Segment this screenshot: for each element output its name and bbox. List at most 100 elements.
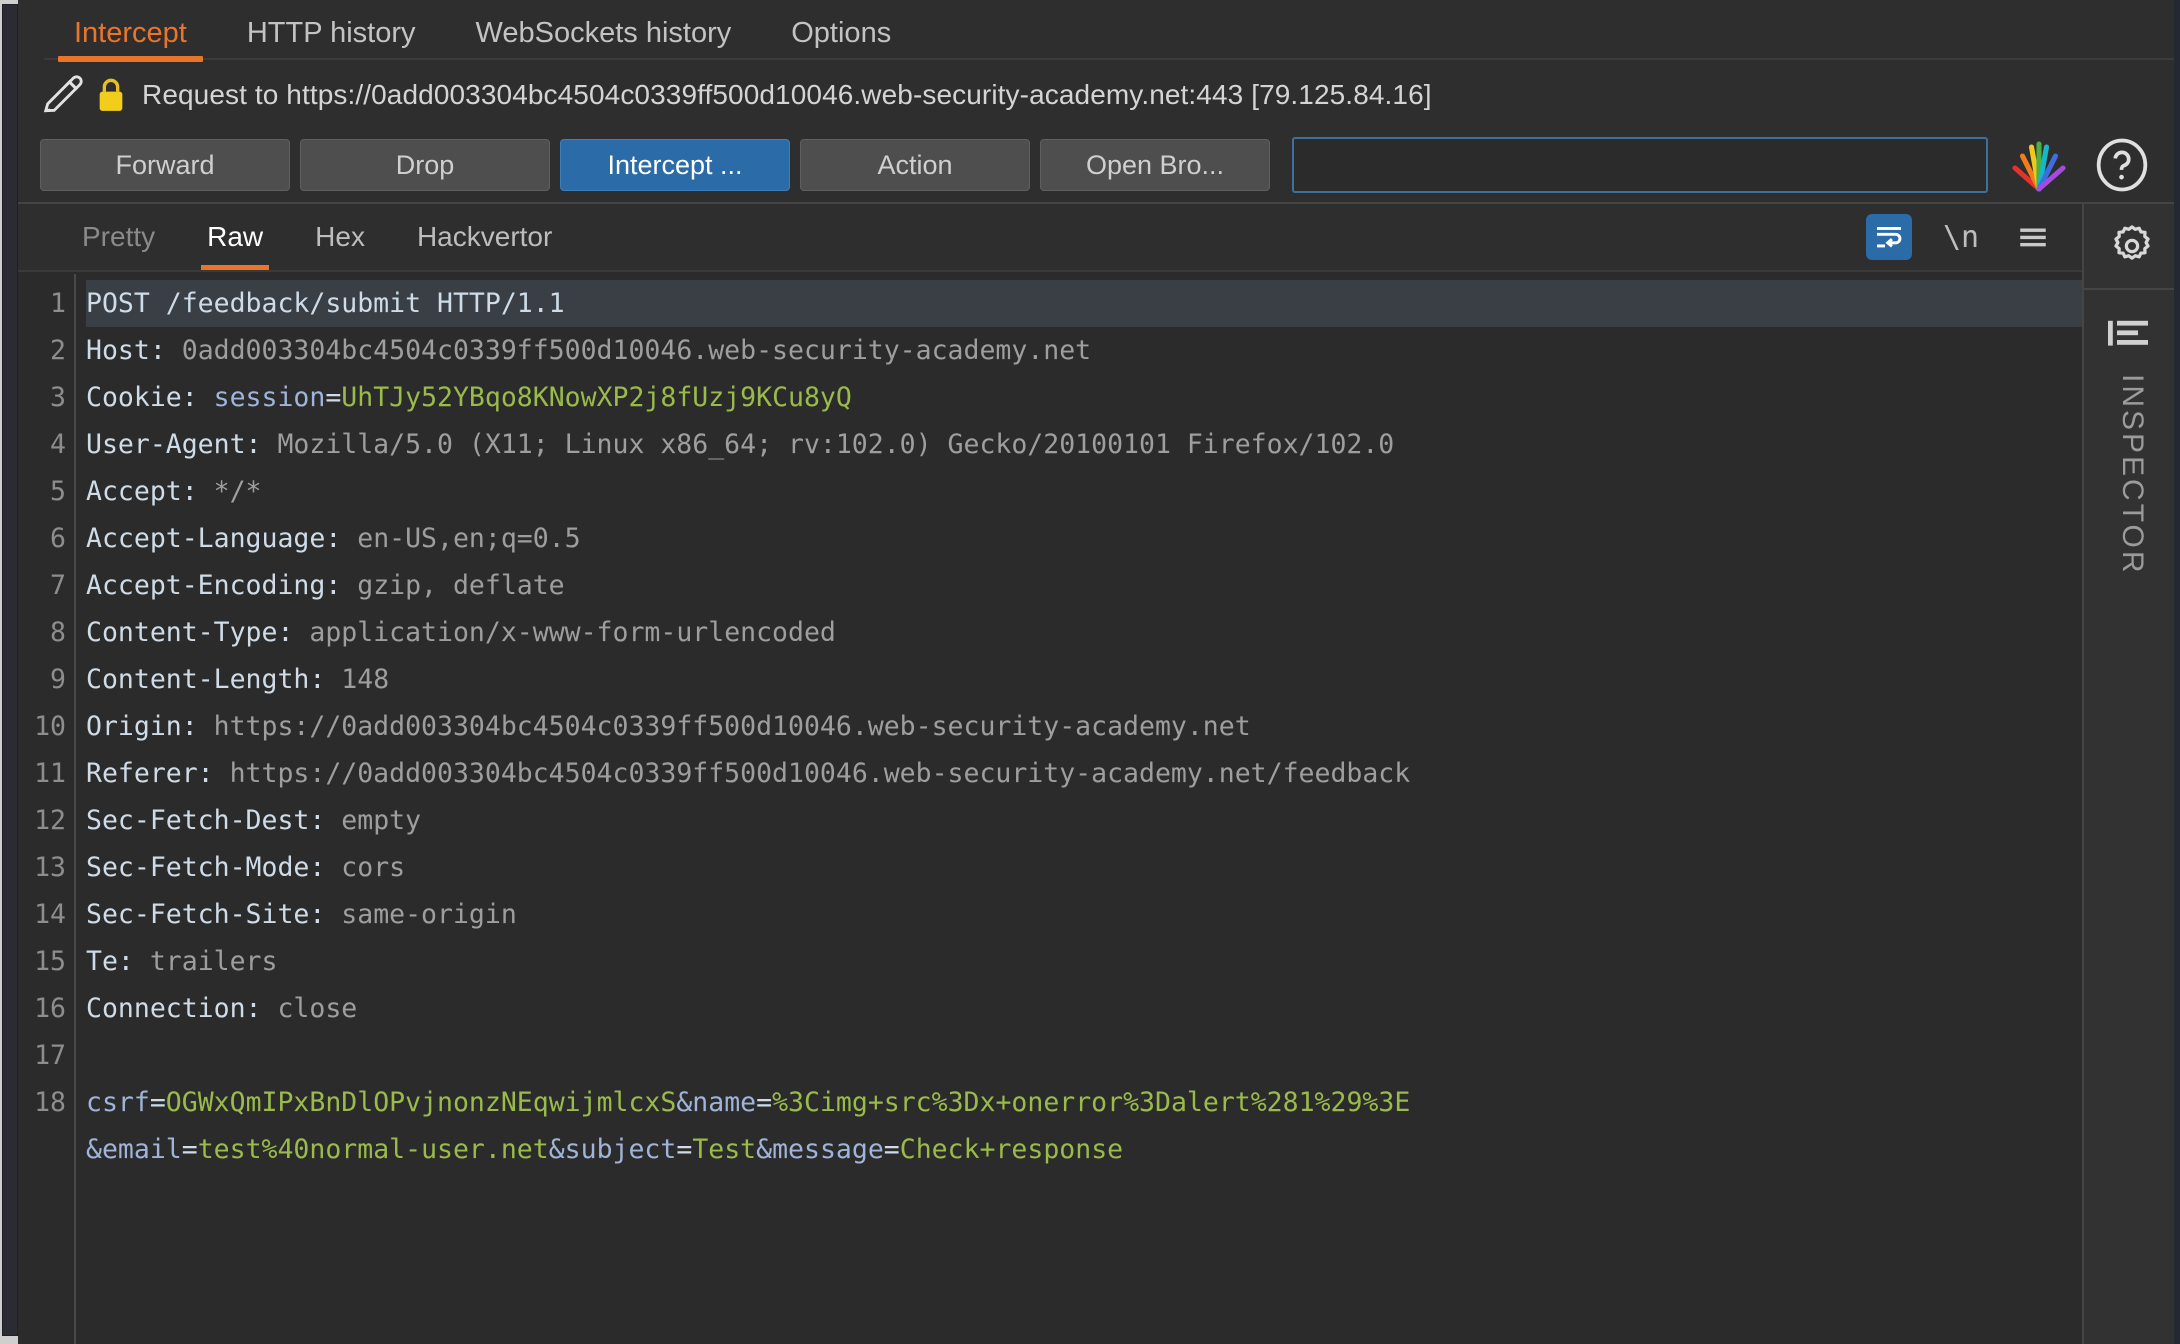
tab-intercept[interactable]: Intercept bbox=[44, 19, 217, 62]
request-token: 148 bbox=[341, 664, 390, 695]
request-line: Content-Type: application/x-www-form-url… bbox=[86, 609, 2082, 656]
request-token: Test bbox=[692, 1134, 757, 1165]
request-token: Te: bbox=[86, 946, 150, 977]
line-number: 8 bbox=[50, 617, 66, 648]
proxy-tab-bar: Intercept HTTP history WebSockets histor… bbox=[18, 0, 2180, 62]
request-line: &email=test%40normal-user.net&subject=Te… bbox=[86, 1126, 2082, 1173]
request-line: Referer: https://0add003304bc4504c0339ff… bbox=[86, 750, 2082, 797]
tab-hackvertor-label: Hackvertor bbox=[416, 221, 553, 252]
drop-button[interactable]: Drop bbox=[300, 139, 550, 191]
request-token: test%40normal-user.net bbox=[197, 1134, 549, 1165]
burp-rainbow-logo-icon[interactable] bbox=[2008, 138, 2070, 192]
request-token: 0add003304bc4504c0339ff500d10046.web-sec… bbox=[181, 335, 1092, 366]
request-token: Referer: bbox=[86, 758, 230, 789]
line-number: 3 bbox=[50, 382, 66, 413]
request-line: Sec-Fetch-Mode: cors bbox=[86, 844, 2082, 891]
line-number: 11 bbox=[34, 758, 66, 789]
request-token: cors bbox=[341, 852, 406, 883]
request-token: */* bbox=[213, 476, 262, 507]
request-line: POST /feedback/submit HTTP/1.1 bbox=[86, 280, 2082, 327]
request-token: Accept: bbox=[86, 476, 214, 507]
request-line: Accept-Encoding: gzip, deflate bbox=[86, 562, 2082, 609]
lock-icon bbox=[99, 78, 123, 111]
request-line: User-Agent: Mozilla/5.0 (X11; Linux x86_… bbox=[86, 421, 2082, 468]
line-number: 5 bbox=[50, 476, 66, 507]
scrollbar-thumb[interactable] bbox=[2, 4, 18, 1336]
line-number: 15 bbox=[34, 946, 66, 977]
newline-icon[interactable]: \n bbox=[1938, 214, 1984, 260]
request-editor-panel: Pretty Raw Hex Hackvertor \n 1 2 3 4 5 6… bbox=[18, 204, 2082, 1344]
tab-raw-label: Raw bbox=[207, 221, 264, 252]
request-token: = bbox=[883, 1134, 900, 1165]
word-wrap-icon[interactable] bbox=[1866, 214, 1912, 260]
inspector-panel-icon[interactable] bbox=[2106, 316, 2158, 356]
help-circle-icon[interactable] bbox=[2094, 137, 2150, 193]
action-button[interactable]: Action bbox=[800, 139, 1030, 191]
request-token: https://0add003304bc4504c0339ff500d10046… bbox=[229, 758, 1411, 789]
tab-raw[interactable]: Raw bbox=[181, 221, 289, 271]
request-token: Cookie: bbox=[86, 382, 214, 413]
tab-intercept-label: Intercept bbox=[74, 17, 187, 49]
request-target-text: Request to https://0add003304bc4504c0339… bbox=[142, 79, 1432, 110]
line-number: 4 bbox=[50, 429, 66, 460]
request-token: POST /feedback/submit HTTP/1.1 bbox=[86, 288, 565, 319]
request-token: Accept-Language: bbox=[86, 523, 358, 554]
request-line: Accept: */* bbox=[86, 468, 2082, 515]
tab-http-history-label: HTTP history bbox=[246, 17, 416, 49]
line-number-gutter: 1 2 3 4 5 6 7 8 9 10 11 12 13 14 15 16 17 18 bbox=[18, 272, 74, 1344]
request-token: Sec-Fetch-Dest: bbox=[86, 805, 342, 836]
line-number: 9 bbox=[50, 664, 66, 695]
line-number: 14 bbox=[34, 899, 66, 930]
request-token: %3Cimg+src%3Dx+onerror%3Dalert%281%29%3E bbox=[772, 1087, 1411, 1118]
search-input[interactable] bbox=[1292, 137, 1988, 193]
tab-hex[interactable]: Hex bbox=[289, 223, 391, 251]
tab-hackvertor[interactable]: Hackvertor bbox=[391, 223, 578, 251]
inspector-rail[interactable]: INSPECTOR bbox=[2082, 204, 2180, 1344]
line-number: 13 bbox=[34, 852, 66, 883]
tab-hex-label: Hex bbox=[315, 221, 365, 252]
tab-options[interactable]: Options bbox=[761, 19, 921, 62]
request-token: = bbox=[756, 1087, 773, 1118]
request-line: Accept-Language: en-US,en;q=0.5 bbox=[86, 515, 2082, 562]
request-line: csrf=OGWxQmIPxBnDlOPvjnonzNEqwijmlcxS&na… bbox=[86, 1079, 2082, 1126]
request-token: = bbox=[676, 1134, 693, 1165]
request-token: Mozilla/5.0 (X11; Linux x86_64; rv:102.0… bbox=[277, 429, 1395, 460]
gear-icon[interactable] bbox=[2106, 220, 2158, 272]
burp-suite-window: Intercept HTTP history WebSockets histor… bbox=[0, 0, 2180, 1344]
request-token: Accept-Encoding: bbox=[86, 570, 358, 601]
request-token: en-US,en;q=0.5 bbox=[357, 523, 581, 554]
request-line: Te: trailers bbox=[86, 938, 2082, 985]
pencil-icon[interactable] bbox=[40, 72, 86, 118]
forward-button[interactable]: Forward bbox=[40, 139, 290, 191]
raw-request-editor[interactable]: 1 2 3 4 5 6 7 8 9 10 11 12 13 14 15 16 17 18 POST /feedba… bbox=[18, 270, 2082, 1344]
request-token: Sec-Fetch-Site: bbox=[86, 899, 342, 930]
open-browser-button[interactable]: Open Bro... bbox=[1040, 139, 1270, 191]
editor-view-tab-bar: Pretty Raw Hex Hackvertor \n bbox=[18, 204, 2082, 271]
tab-http-history[interactable]: HTTP history bbox=[217, 19, 446, 62]
tab-websockets-history-label: WebSockets history bbox=[475, 17, 732, 49]
intercept-toggle-button[interactable]: Intercept ... bbox=[560, 139, 790, 191]
request-token: trailers bbox=[149, 946, 278, 977]
request-token: Sec-Fetch-Mode: bbox=[86, 852, 342, 883]
request-line: Sec-Fetch-Dest: empty bbox=[86, 797, 2082, 844]
request-token: &subject bbox=[548, 1134, 677, 1165]
request-token: Host: bbox=[86, 335, 182, 366]
tab-pretty[interactable]: Pretty bbox=[56, 223, 181, 251]
window-right-edge bbox=[2174, 0, 2180, 1344]
inspector-label: INSPECTOR bbox=[2116, 374, 2149, 576]
line-number: 12 bbox=[34, 805, 66, 836]
inspector-settings-row bbox=[2084, 204, 2180, 290]
request-token: = bbox=[181, 1134, 198, 1165]
hamburger-menu-icon[interactable] bbox=[2010, 214, 2056, 260]
request-token: application/x-www-form-urlencoded bbox=[309, 617, 836, 648]
request-line: Origin: https://0add003304bc4504c0339ff5… bbox=[86, 703, 2082, 750]
tab-websockets-history[interactable]: WebSockets history bbox=[446, 19, 762, 62]
request-line: Content-Length: 148 bbox=[86, 656, 2082, 703]
request-token: same-origin bbox=[341, 899, 517, 930]
window-left-scrollbar[interactable] bbox=[0, 0, 18, 1344]
request-token: session bbox=[213, 382, 326, 413]
request-token: gzip, deflate bbox=[357, 570, 565, 601]
tab-options-label: Options bbox=[791, 17, 892, 49]
request-token: Content-Length: bbox=[86, 664, 342, 695]
request-text[interactable]: POST /feedback/submit HTTP/1.1 Host: 0add… bbox=[76, 272, 2082, 1344]
